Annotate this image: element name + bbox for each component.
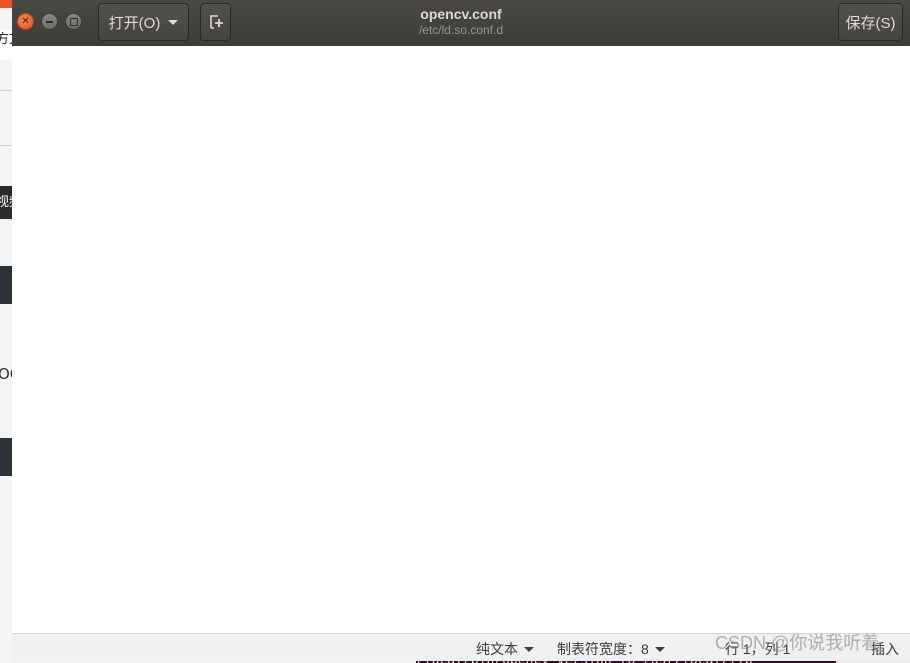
- divider: [0, 90, 12, 91]
- maximize-icon[interactable]: [65, 13, 82, 30]
- new-document-icon: [209, 15, 223, 29]
- status-bar: 纯文本 制表符宽度：8 行 1，列 1 插入: [12, 633, 910, 661]
- close-icon[interactable]: ✕: [17, 13, 34, 30]
- new-document-button[interactable]: [200, 3, 231, 41]
- open-button[interactable]: 打开(O): [98, 3, 189, 41]
- background-text: OC: [0, 365, 12, 383]
- insert-mode-label: 插入: [871, 641, 899, 657]
- background-window-left: 方文 视频 OC: [0, 0, 12, 663]
- divider: [0, 145, 12, 146]
- chevron-down-icon: [524, 646, 534, 652]
- background-text: 方文: [0, 30, 12, 60]
- minimize-icon[interactable]: [41, 13, 58, 30]
- chevron-down-icon: [654, 646, 665, 652]
- chevron-down-icon: [168, 19, 179, 25]
- cursor-position[interactable]: 行 1，列 1: [725, 639, 790, 659]
- header-bar: ✕ 打开(O) opencv.conf /etc/ld.so.conf.d 保存…: [12, 0, 910, 46]
- tab-width-selector[interactable]: 制表符宽度：8: [557, 639, 665, 659]
- background-accent-strip: [0, 0, 12, 8]
- open-button-label: 打开(O): [108, 14, 161, 32]
- language-selector[interactable]: 纯文本: [476, 639, 534, 659]
- background-dark-block: [0, 438, 12, 476]
- window-subtitle: /etc/ld.so.conf.d: [418, 23, 504, 37]
- gedit-window: ✕ 打开(O) opencv.conf /etc/ld.so.conf.d 保存…: [12, 0, 910, 661]
- window-title-area: opencv.conf /etc/ld.so.conf.d: [312, 6, 610, 38]
- background-dark-block: [0, 266, 12, 304]
- save-button-label: 保存(S): [845, 14, 896, 32]
- tab-width-label: 制表符宽度：8: [557, 641, 649, 657]
- language-label: 纯文本: [476, 641, 518, 657]
- text-editor-area[interactable]: [12, 46, 910, 633]
- window-title: opencv.conf: [420, 6, 502, 22]
- save-button[interactable]: 保存(S): [838, 3, 903, 41]
- insert-mode-indicator: 插入: [871, 639, 899, 659]
- cursor-position-label: 行 1，列 1: [725, 641, 791, 657]
- background-tooltip: 视频: [0, 186, 12, 219]
